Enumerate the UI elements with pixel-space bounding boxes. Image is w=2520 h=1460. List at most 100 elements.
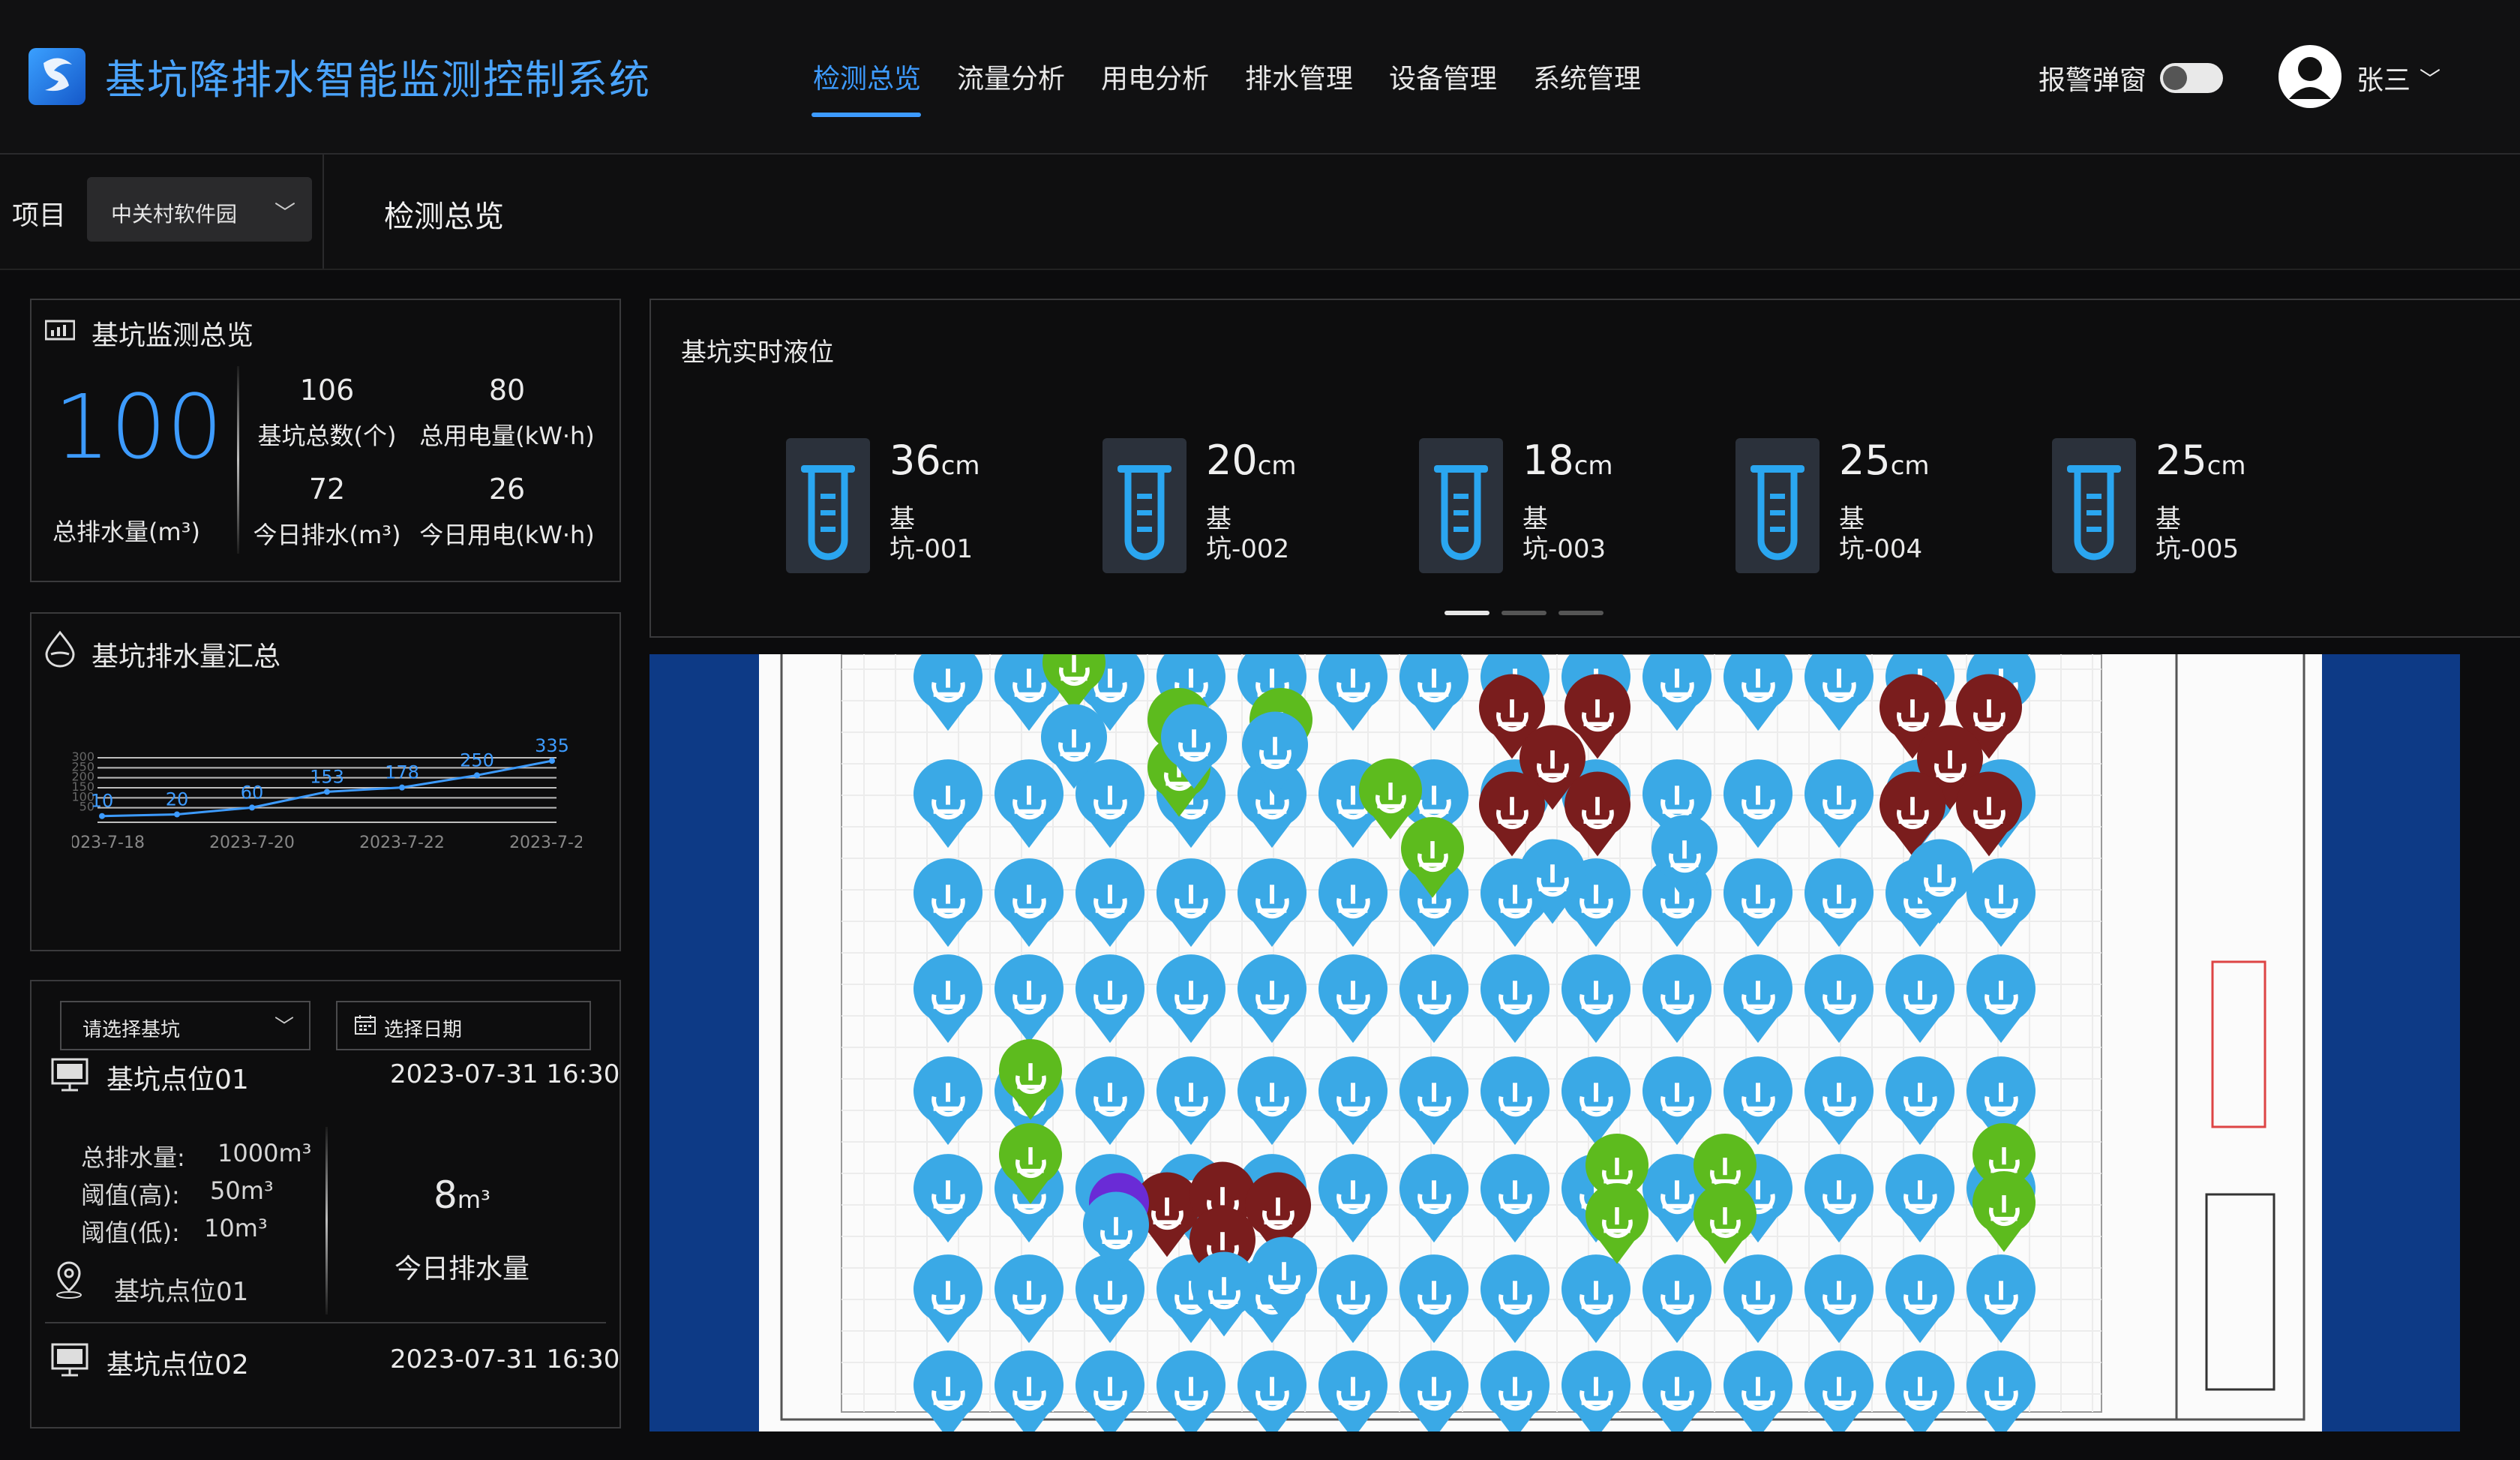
panel-title: 基坑排水量汇总 (92, 641, 281, 672)
pit-marker[interactable] (1804, 1254, 1874, 1344)
pit-marker[interactable] (1480, 954, 1550, 1044)
pit-select-placeholder[interactable]: 请选择基坑 (82, 1014, 180, 1042)
carousel-dot[interactable] (1444, 611, 1490, 615)
chevron-down-icon[interactable]: ﹀ (274, 1011, 294, 1039)
pit-marker[interactable] (1724, 1254, 1792, 1344)
pit-marker[interactable] (1886, 1254, 1954, 1344)
pit-marker[interactable] (1966, 858, 2036, 948)
date-picker-placeholder[interactable]: 选择日期 (384, 1014, 462, 1042)
nav-tab-device-management[interactable]: 设备管理 (1389, 57, 1497, 96)
pit-marker[interactable] (1238, 858, 1306, 948)
pit-marker[interactable] (1156, 858, 1226, 948)
data-point[interactable] (549, 758, 555, 765)
project-select-value[interactable]: 中关村软件园 (111, 198, 237, 228)
data-label: 335 (535, 735, 569, 756)
pit-marker[interactable] (1886, 1154, 1954, 1243)
nav-tab-system-management[interactable]: 系统管理 (1533, 57, 1641, 96)
data-point[interactable] (399, 784, 405, 791)
pit-marker[interactable] (1966, 954, 2036, 1044)
pit-marker[interactable] (1238, 954, 1306, 1044)
point-name[interactable]: 基坑点位02 (106, 1343, 249, 1382)
pit-marker[interactable] (1400, 1254, 1468, 1344)
nav-tab-flow-analysis[interactable]: 流量分析 (957, 57, 1065, 96)
pit-name[interactable]: 基坑-004 (1839, 504, 1944, 564)
pit-marker[interactable] (914, 954, 982, 1044)
pit-marker[interactable] (1804, 1154, 1874, 1243)
pit-marker[interactable] (1804, 654, 1874, 732)
pit-marker[interactable] (1642, 1056, 1712, 1146)
warning-pit-marker[interactable] (1586, 1182, 1648, 1264)
pit-marker[interactable] (1804, 1056, 1874, 1146)
site-map[interactable] (759, 654, 2322, 1431)
pit-marker[interactable] (1724, 759, 1792, 849)
pit-marker[interactable] (1400, 1154, 1468, 1243)
pit-marker[interactable] (1886, 954, 1954, 1044)
pit-marker[interactable] (1804, 954, 1874, 1044)
pit-marker[interactable] (1804, 858, 1874, 948)
nav-tab-power-analysis[interactable]: 用电分析 (1101, 57, 1209, 96)
pit-marker[interactable] (914, 1254, 982, 1344)
data-point[interactable] (474, 772, 480, 779)
pit-marker[interactable] (1156, 1056, 1226, 1146)
user-avatar-icon[interactable] (2278, 45, 2342, 108)
pit-marker[interactable] (1076, 1056, 1144, 1146)
warning-pit-marker[interactable] (1972, 1170, 2036, 1252)
pit-name[interactable]: 基坑-001 (890, 504, 994, 564)
pit-marker[interactable] (1400, 654, 1468, 732)
chevron-down-icon[interactable]: ﹀ (274, 197, 296, 227)
pit-marker[interactable] (1804, 759, 1874, 849)
pit-marker[interactable] (914, 759, 982, 849)
pit-marker[interactable] (1076, 858, 1144, 948)
data-point[interactable] (249, 804, 255, 811)
pit-marker[interactable] (1642, 954, 1712, 1044)
carousel-dot[interactable] (1558, 611, 1604, 615)
warning-pit-marker[interactable] (1694, 1182, 1756, 1264)
pit-name[interactable]: 基坑-002 (1206, 504, 1311, 564)
pit-name[interactable]: 基坑-003 (1522, 504, 1628, 564)
pit-marker[interactable] (1318, 1254, 1388, 1344)
point-time: 2023-07-31 16:30 (390, 1059, 620, 1089)
pit-marker[interactable] (1642, 1254, 1712, 1344)
pit-marker[interactable] (914, 858, 982, 948)
pit-marker[interactable] (1724, 1056, 1792, 1146)
pit-marker[interactable] (1318, 654, 1388, 732)
pit-marker[interactable] (1318, 1056, 1388, 1146)
pit-marker[interactable] (1480, 1154, 1550, 1243)
pit-name[interactable]: 基坑-005 (2156, 504, 2260, 564)
pit-marker[interactable] (1886, 1056, 1954, 1146)
chevron-down-icon[interactable]: ﹀ (2420, 63, 2440, 93)
point-name[interactable]: 基坑点位01 (106, 1058, 249, 1097)
pit-marker[interactable] (1400, 1056, 1468, 1146)
pit-marker[interactable] (1724, 858, 1792, 948)
page-title: 检测总览 (384, 200, 504, 234)
data-point[interactable] (99, 813, 105, 819)
stat-value: 106 (299, 374, 355, 407)
pit-marker[interactable] (1318, 954, 1388, 1044)
pit-marker[interactable] (1318, 858, 1388, 948)
calendar-icon[interactable] (354, 1014, 376, 1035)
pit-marker[interactable] (1318, 1154, 1388, 1243)
data-label: 178 (385, 762, 419, 783)
pit-marker[interactable] (1400, 954, 1468, 1044)
divider (45, 1322, 606, 1323)
pit-marker[interactable] (914, 1154, 982, 1243)
pit-marker[interactable] (1966, 1254, 2036, 1344)
pit-marker[interactable] (1076, 954, 1144, 1044)
pit-marker[interactable] (1724, 654, 1792, 732)
detail-label: 阈值(高): (81, 1181, 180, 1209)
pit-marker[interactable] (1238, 1056, 1306, 1146)
pit-marker[interactable] (1156, 954, 1226, 1044)
data-point[interactable] (174, 811, 180, 818)
pit-marker[interactable] (1642, 654, 1712, 732)
alarm-pit-marker[interactable] (1479, 771, 1545, 857)
pit-marker[interactable] (914, 1056, 982, 1146)
user-name[interactable]: 张三 (2356, 59, 2410, 98)
pit-marker[interactable] (914, 654, 982, 732)
data-point[interactable] (324, 789, 330, 795)
carousel-dot[interactable] (1502, 611, 1546, 615)
pit-marker[interactable] (1724, 954, 1792, 1044)
pit-marker[interactable] (1480, 1254, 1550, 1344)
nav-tab-drainage-management[interactable]: 排水管理 (1245, 57, 1353, 96)
nav-tab-overview[interactable]: 检测总览 (813, 57, 921, 96)
pit-marker[interactable] (1480, 1056, 1550, 1146)
